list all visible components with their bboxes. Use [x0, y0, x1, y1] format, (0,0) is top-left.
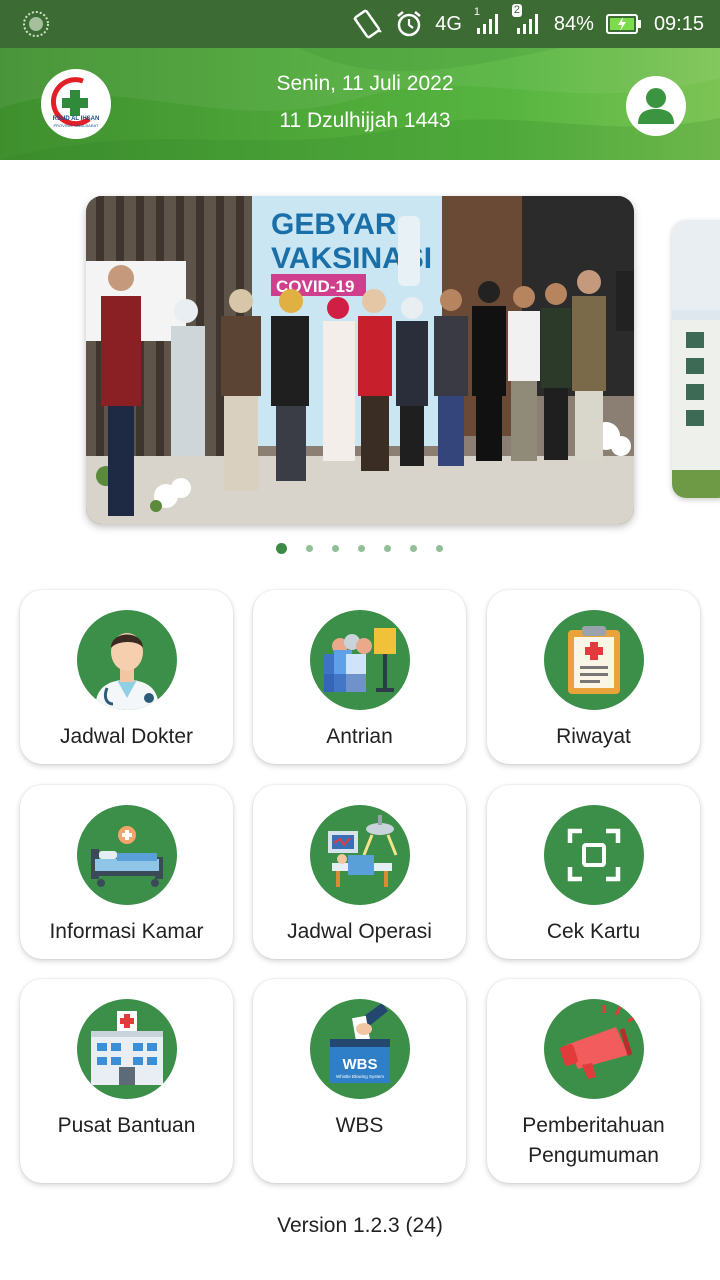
doctor-icon: [77, 610, 177, 710]
battery-percent: 84%: [553, 12, 594, 35]
hospital-bed-icon: [77, 805, 177, 905]
date-display: Senin, 11 Juli 2022 11 Dzulhijjah 1443: [220, 70, 510, 135]
menu-label: Cek Kartu: [546, 920, 641, 943]
profile-button[interactable]: [626, 76, 686, 136]
clipboard-icon: [544, 610, 644, 710]
scan-card-icon: [544, 805, 644, 905]
carousel-dot[interactable]: [410, 545, 417, 552]
battery-charging-icon: [605, 13, 642, 35]
menu-jadwal-dokter[interactable]: Jadwal Dokter: [20, 590, 233, 764]
carousel-dot[interactable]: [384, 545, 391, 552]
menu-pusat-bantuan[interactable]: Pusat Bantuan: [20, 979, 233, 1183]
wbs-box-subtext: Whistle Blowing System: [336, 1074, 384, 1079]
carousel-dot[interactable]: [276, 543, 287, 554]
menu-riwayat[interactable]: Riwayat: [487, 590, 700, 764]
sim1-badge: 1: [473, 6, 481, 18]
loading-icon: [22, 10, 50, 38]
hospital-building-photo: [672, 220, 720, 498]
menu-informasi-kamar[interactable]: Informasi Kamar: [20, 785, 233, 959]
carousel-dot[interactable]: [306, 545, 313, 552]
app-screen: 4G 1 2 84% 09:15 RSUD AL IHSAN PROVINSI …: [0, 0, 720, 1280]
carousel-dot[interactable]: [358, 545, 365, 552]
operation-icon: [310, 805, 410, 905]
menu-label: Pusat Bantuan: [57, 1114, 196, 1137]
logo-text: RSUD AL IHSAN: [52, 116, 100, 122]
app-version: Version 1.2.3 (24): [277, 1214, 443, 1237]
vibrate-icon: [351, 9, 383, 39]
app-header: RSUD AL IHSAN PROVINSI JAWA BARAT Senin,…: [0, 48, 720, 160]
user-icon: [638, 88, 674, 124]
network-type: 4G: [435, 12, 462, 35]
sim2-badge: 2: [511, 4, 523, 17]
menu-jadwal-operasi[interactable]: Jadwal Operasi: [253, 785, 466, 959]
menu-label: WBS: [335, 1114, 384, 1137]
carousel-dot[interactable]: [332, 545, 339, 552]
wbs-box-text: WBS: [343, 1056, 378, 1073]
menu-label-line2: Pengumuman: [528, 1144, 659, 1167]
menu-label: Antrian: [326, 725, 393, 748]
banner-slide-next[interactable]: [672, 220, 720, 498]
menu-wbs[interactable]: WBS Whistle Blowing System WBS: [253, 979, 466, 1183]
queue-icon: [310, 610, 410, 710]
clock-time: 09:15: [653, 12, 704, 35]
menu-label-line1: Pemberitahuan: [522, 1114, 665, 1137]
carousel-indicators: [276, 543, 443, 554]
menu-label: Jadwal Operasi: [287, 920, 432, 943]
alarm-icon: [395, 10, 423, 38]
menu-label: Riwayat: [556, 725, 631, 748]
signal-icon: 1: [474, 6, 502, 36]
logo-subtext: PROVINSI JAWA BARAT: [53, 123, 99, 128]
carousel-dot[interactable]: [436, 545, 443, 552]
signal-icon-sim2: 2: [511, 4, 542, 36]
banner-title-1: GEBYAR: [271, 208, 397, 241]
menu-cek-kartu[interactable]: Cek Kartu: [487, 785, 700, 959]
hospital-building-icon: [77, 999, 177, 1099]
menu-label: Jadwal Dokter: [59, 725, 194, 748]
gregorian-date: Senin, 11 Juli 2022: [276, 72, 454, 95]
menu-label: Pemberitahuan Pengumuman: [487, 1111, 700, 1171]
menu-pemberitahuan-pengumuman[interactable]: Pemberitahuan Pengumuman: [487, 979, 700, 1183]
hijri-date: 11 Dzulhijjah 1443: [279, 109, 451, 132]
banner-carousel[interactable]: GEBYAR VAKSINASI COVID-19: [0, 195, 720, 525]
menu-antrian[interactable]: Antrian: [253, 590, 466, 764]
status-bar: 4G 1 2 84% 09:15: [0, 0, 720, 48]
vaccination-event-photo: GEBYAR VAKSINASI COVID-19: [86, 196, 634, 524]
megaphone-icon: [544, 999, 644, 1099]
banner-slide-active[interactable]: GEBYAR VAKSINASI COVID-19: [86, 196, 634, 524]
hospital-logo[interactable]: RSUD AL IHSAN PROVINSI JAWA BARAT: [41, 69, 111, 139]
menu-label: Informasi Kamar: [49, 920, 204, 943]
ballot-box-icon: WBS Whistle Blowing System: [310, 999, 410, 1099]
